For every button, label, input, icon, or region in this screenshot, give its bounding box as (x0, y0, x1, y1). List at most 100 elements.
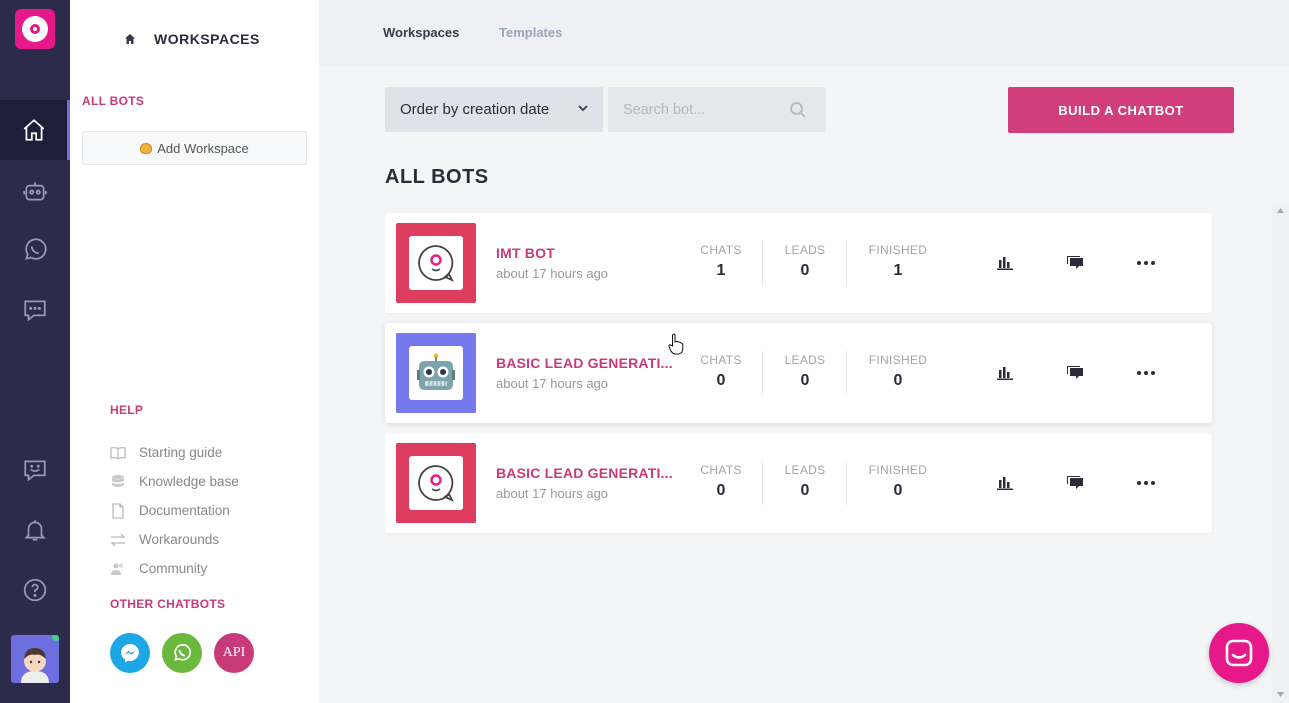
tab-templates[interactable]: Templates (499, 25, 562, 40)
bot-stat-finished: FINISHED 1 (868, 243, 928, 279)
imt-logo-icon (418, 245, 454, 282)
help-item-documentation[interactable]: Documentation (110, 496, 239, 525)
help-item-workarounds[interactable]: Workarounds (110, 525, 239, 554)
robot-face-icon (417, 353, 455, 390)
tab-workspaces[interactable]: Workspaces (383, 25, 459, 40)
online-status-dot (52, 635, 59, 641)
all-bots-link[interactable]: ALL BOTS (82, 94, 144, 108)
rail-bots-button[interactable] (0, 161, 70, 221)
more-options-button[interactable] (1136, 473, 1156, 493)
order-by-select[interactable]: Order by creation date (385, 87, 603, 132)
help-item-knowledge-base[interactable]: Knowledge base (110, 467, 239, 496)
bar-chart-icon (997, 367, 1013, 380)
more-options-button[interactable] (1136, 363, 1156, 383)
app-logo[interactable] (15, 9, 55, 49)
stat-divider (846, 351, 847, 395)
analytics-button[interactable] (995, 473, 1015, 493)
order-by-value: Order by creation date (400, 101, 550, 118)
bot-stat-chats: CHATS 0 (700, 353, 742, 389)
stat-divider (846, 461, 847, 505)
bot-card[interactable]: BASIC LEAD GENERATI... about 17 hours ag… (385, 433, 1212, 533)
conversations-button[interactable] (1065, 473, 1085, 493)
bot-created-time: about 17 hours ago (496, 376, 609, 391)
bot-stat-finished: FINISHED 0 (868, 353, 928, 389)
bot-name[interactable]: IMT BOT (496, 245, 555, 261)
stat-divider (762, 241, 763, 285)
help-heading: HELP (110, 403, 144, 417)
bot-thumbnail[interactable] (396, 333, 476, 413)
bot-created-time: about 17 hours ago (496, 486, 609, 501)
imt-logo-icon (418, 465, 454, 502)
add-workspace-button[interactable]: Add Workspace (82, 131, 307, 165)
conversations-button[interactable] (1065, 363, 1085, 383)
bar-chart-icon (997, 257, 1013, 270)
workspaces-header[interactable]: WORKSPACES (124, 31, 260, 47)
bot-stat-finished: FINISHED 0 (868, 463, 928, 499)
page-scrollbar[interactable] (1272, 203, 1289, 703)
search-bot-input[interactable] (623, 101, 783, 118)
whatsapp-button[interactable] (162, 633, 202, 673)
logo-mark-icon (22, 16, 48, 42)
search-icon[interactable] (789, 101, 807, 119)
api-label: API (222, 645, 246, 660)
bot-stat-leads: LEADS 0 (784, 463, 826, 499)
bot-thumbnail[interactable] (396, 443, 476, 523)
help-list: Starting guide Knowledge base Documentat… (110, 438, 239, 583)
rail-notifications-button[interactable] (0, 500, 70, 560)
analytics-button[interactable] (995, 253, 1015, 273)
stat-divider (762, 351, 763, 395)
user-avatar[interactable] (11, 635, 59, 683)
messenger-button[interactable] (110, 633, 150, 673)
home-icon (125, 34, 135, 44)
chat-bubbles-icon (1067, 366, 1083, 379)
bot-name[interactable]: BASIC LEAD GENERATI... (496, 355, 673, 371)
workspace-emoji-icon (140, 142, 153, 154)
build-chatbot-button[interactable]: BUILD A CHATBOT (1008, 87, 1234, 133)
chat-bubbles-icon (1067, 476, 1083, 489)
conversations-button[interactable] (1065, 253, 1085, 273)
whatsapp-icon (174, 643, 192, 661)
rail-help-button[interactable] (0, 560, 70, 620)
bot-stat-leads: LEADS 0 (784, 243, 826, 279)
bot-thumbnail[interactable] (396, 223, 476, 303)
hand-cursor-icon (668, 333, 684, 355)
bot-card[interactable]: BASIC LEAD GENERATI... about 17 hours ag… (385, 323, 1212, 423)
swap-icon (110, 533, 126, 546)
more-options-button[interactable] (1136, 253, 1156, 273)
top-tabs: Workspaces Templates (319, 0, 1289, 66)
robot-icon (23, 182, 47, 201)
bot-list: IMT BOT about 17 hours ago CHATS 1 LEADS… (385, 213, 1212, 543)
messenger-icon (121, 644, 139, 663)
api-button[interactable]: API (214, 633, 254, 673)
bot-name[interactable]: BASIC LEAD GENERATI... (496, 465, 673, 481)
chevron-down-icon (578, 105, 588, 112)
feedback-icon (24, 460, 46, 482)
chat-bubble-icon (24, 300, 46, 322)
rail-home-button[interactable] (0, 100, 70, 160)
main-content: Order by creation date BUILD A CHATBOT A… (319, 66, 1289, 703)
stat-divider (762, 461, 763, 505)
more-horizontal-icon (1137, 261, 1155, 265)
help-item-community[interactable]: Community (110, 554, 239, 583)
avatar-face-icon (21, 648, 49, 683)
more-horizontal-icon (1137, 371, 1155, 375)
document-icon (112, 502, 124, 519)
help-item-starting-guide[interactable]: Starting guide (110, 438, 239, 467)
analytics-button[interactable] (995, 363, 1015, 383)
add-workspace-label: Add Workspace (157, 140, 249, 156)
more-horizontal-icon (1137, 481, 1155, 485)
users-icon (111, 563, 123, 575)
icon-rail (0, 0, 70, 703)
bot-stat-leads: LEADS 0 (784, 353, 826, 389)
stat-divider (846, 241, 847, 285)
rail-feedback-button[interactable] (0, 440, 70, 500)
other-chatbots-list: API (110, 633, 254, 673)
bar-chart-icon (997, 477, 1013, 490)
bell-icon (24, 520, 46, 541)
support-chat-launcher[interactable] (1209, 623, 1269, 683)
rail-chat-button[interactable] (0, 280, 70, 340)
bot-card[interactable]: IMT BOT about 17 hours ago CHATS 1 LEADS… (385, 213, 1212, 313)
chat-bubbles-icon (1067, 256, 1083, 269)
workspace-sidebar: WORKSPACES ALL BOTS Add Workspace HELP S… (70, 0, 319, 703)
rail-whatsapp-button[interactable] (0, 220, 70, 280)
